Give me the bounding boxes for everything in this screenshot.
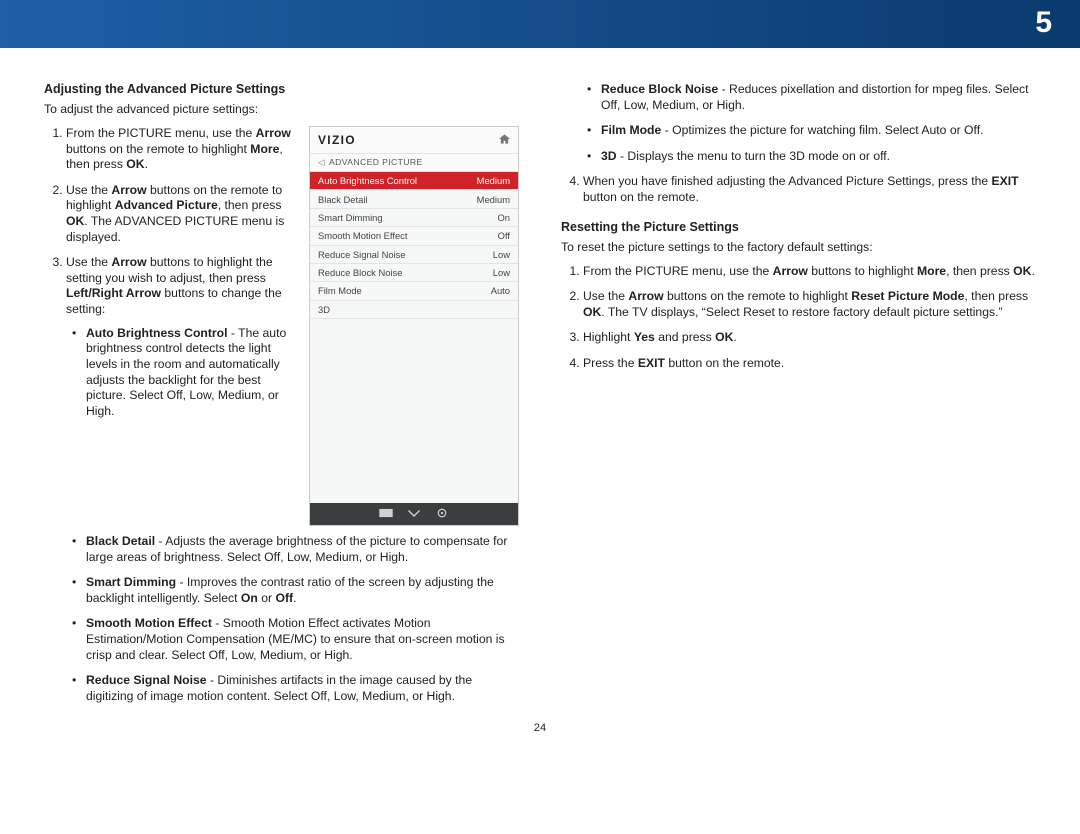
tv-brand: VIZIO (318, 133, 356, 147)
tv-menu-rows: Auto Brightness ControlMediumBlack Detai… (310, 172, 518, 319)
tv-menu-row: Auto Brightness ControlMedium (310, 172, 518, 190)
step-item: Use the Arrow buttons on the remote to h… (583, 289, 1036, 320)
steps-adjusting-cont: When you have finished adjusting the Adv… (561, 174, 1036, 205)
intro-adjusting: To adjust the advanced picture settings: (44, 102, 519, 116)
step-item: Highlight Yes and press OK. (583, 330, 1036, 346)
tv-menu-row: Smart DimmingOn (310, 209, 518, 227)
tv-menu-row: 3D (310, 301, 518, 319)
option-item: Film Mode - Optimizes the picture for wa… (601, 123, 1036, 139)
right-column: Reduce Block Noise - Reduces pixellation… (561, 82, 1036, 714)
tv-menu-row: Smooth Motion EffectOff (310, 227, 518, 245)
home-icon (499, 134, 510, 147)
tv-menu-row: Reduce Block NoiseLow (310, 264, 518, 282)
section-title-adjusting: Adjusting the Advanced Picture Settings (44, 82, 519, 96)
option-item: Reduce Signal Noise - Diminishes artifac… (86, 673, 519, 704)
option-item: 3D - Displays the menu to turn the 3D mo… (601, 149, 1036, 165)
chapter-number: 5 (1035, 6, 1052, 40)
tv-menu-row: Reduce Signal NoiseLow (310, 246, 518, 264)
left-column: Adjusting the Advanced Picture Settings … (44, 82, 519, 714)
tv-menu-row: Film ModeAuto (310, 282, 518, 300)
page-number: 24 (44, 722, 1036, 734)
options-list-continued: Reduce Block Noise - Reduces pixellation… (561, 82, 1036, 164)
intro-reset: To reset the picture settings to the fac… (561, 240, 1036, 254)
step-item: Press the EXIT button on the remote. (583, 356, 1036, 372)
step-item: From the PICTURE menu, use the Arrow but… (583, 264, 1036, 280)
option-item: Auto Brightness Control - The auto brigh… (86, 326, 519, 420)
chapter-header: 5 (0, 0, 1080, 48)
chevron-down-icon (407, 508, 421, 521)
tv-footer-bar (310, 503, 518, 525)
option-item: Smooth Motion Effect - Smooth Motion Eff… (86, 616, 519, 663)
steps-reset: From the PICTURE menu, use the Arrow but… (561, 264, 1036, 372)
widescreen-icon (379, 508, 393, 521)
section-title-reset: Resetting the Picture Settings (561, 220, 1036, 234)
option-item: Black Detail - Adjusts the average brigh… (86, 534, 519, 565)
gear-icon (435, 508, 449, 521)
option-item: Reduce Block Noise - Reduces pixellation… (601, 82, 1036, 113)
option-item: Smart Dimming - Improves the contrast ra… (86, 575, 519, 606)
step-item: When you have finished adjusting the Adv… (583, 174, 1036, 205)
page-body: Adjusting the Advanced Picture Settings … (0, 48, 1080, 744)
tv-menu-row: Black DetailMedium (310, 190, 518, 208)
tv-breadcrumb: ◁ADVANCED PICTURE (310, 154, 518, 172)
